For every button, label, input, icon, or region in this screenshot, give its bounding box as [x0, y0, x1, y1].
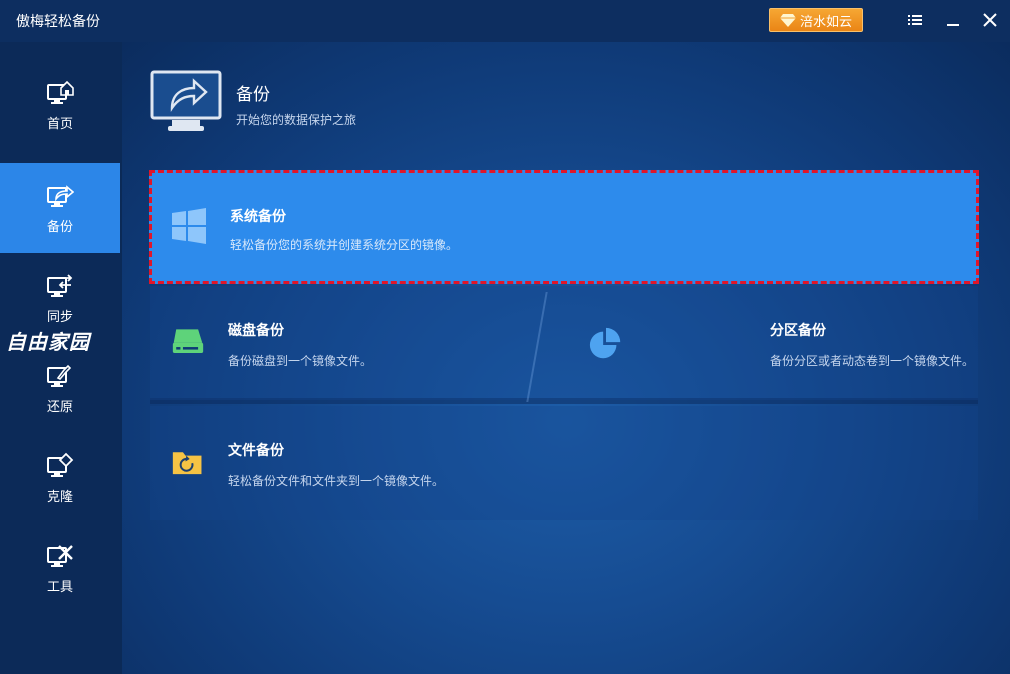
disk-backup-title: 磁盘备份: [228, 323, 284, 339]
sidebar-item-label: 工具: [46, 579, 73, 595]
system-backup-desc: 轻松备份您的系统并创建系统分区的镜像。: [230, 238, 459, 252]
system-backup-card[interactable]: 系统备份 轻松备份您的系统并创建系统分区的镜像。: [149, 170, 979, 284]
upgrade-button[interactable]: 涪水如云: [769, 8, 863, 32]
page-subtitle: 开始您的数据保护之旅: [236, 113, 357, 127]
partition-backup-desc: 备份分区或者动态卷到一个镜像文件。: [770, 354, 975, 368]
backup-monitor-icon: [150, 70, 222, 131]
file-backup-desc: 轻松备份文件和文件夹到一个镜像文件。: [228, 474, 445, 488]
sync-icon: [47, 273, 73, 297]
tools-icon: [47, 544, 73, 567]
home-icon: [47, 80, 74, 104]
disk-backup-card[interactable]: 磁盘备份 备份磁盘到一个镜像文件。: [150, 286, 558, 400]
sidebar: 首页 备份 同步 还原 克隆 工具: [0, 42, 120, 674]
sidebar-item-label: 备份: [46, 219, 73, 235]
sidebar-item-label: 首页: [46, 116, 73, 132]
sidebar-item-backup[interactable]: 备份: [0, 163, 120, 253]
partition-backup-title: 分区备份: [770, 323, 826, 339]
sidebar-item-tools[interactable]: 工具: [0, 523, 120, 613]
sidebar-item-home[interactable]: 首页: [0, 60, 120, 150]
menu-icon[interactable]: [905, 10, 925, 30]
restore-icon: [47, 364, 72, 387]
partition-backup-card[interactable]: 分区备份 备份分区或者动态卷到一个镜像文件。: [558, 286, 978, 400]
pie-icon: [589, 327, 621, 359]
backup-icon: [47, 184, 74, 207]
clone-icon: [47, 452, 74, 477]
windows-icon: [172, 208, 206, 244]
sidebar-item-restore[interactable]: 还原: [0, 343, 120, 433]
app-title: 傲梅轻松备份: [16, 14, 100, 30]
sidebar-item-clone[interactable]: 克隆: [0, 433, 120, 523]
main-panel: 备份 开始您的数据保护之旅 系统备份 轻松备份您的系统并创建系统分区的镜像。 磁…: [122, 42, 1010, 674]
close-icon[interactable]: [980, 10, 1000, 30]
system-backup-title: 系统备份: [230, 209, 286, 225]
disk-backup-desc: 备份磁盘到一个镜像文件。: [228, 354, 373, 368]
minimize-icon[interactable]: [943, 10, 963, 30]
diamond-icon: [779, 14, 796, 27]
file-backup-title: 文件备份: [228, 443, 284, 459]
sidebar-item-label: 克隆: [46, 489, 73, 505]
folder-icon: [172, 452, 202, 475]
sidebar-item-label: 还原: [46, 399, 73, 415]
watermark-text: 自由家园: [6, 330, 90, 354]
file-backup-card[interactable]: 文件备份 轻松备份文件和文件夹到一个镜像文件。: [150, 406, 978, 520]
title-bar: 傲梅轻松备份 涪水如云: [0, 0, 1010, 42]
page-title: 备份: [236, 85, 270, 105]
upgrade-label: 涪水如云: [799, 14, 852, 30]
disk-icon: [172, 329, 204, 353]
sidebar-item-label: 同步: [46, 309, 73, 325]
